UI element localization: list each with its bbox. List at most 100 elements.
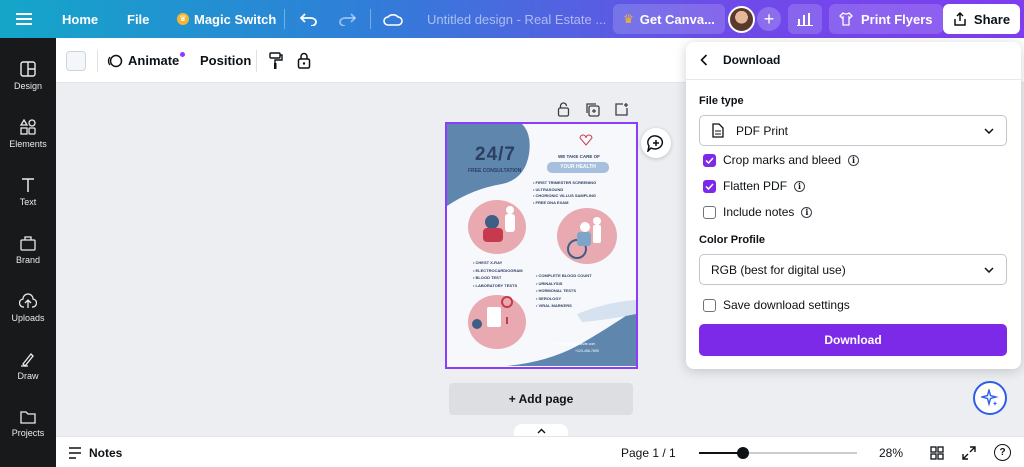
color-profile-label: Color Profile bbox=[699, 234, 766, 246]
color-swatch bbox=[66, 50, 86, 71]
list-item: • BLOOD TEST bbox=[473, 275, 502, 280]
grid-icon bbox=[930, 445, 944, 460]
brand-icon bbox=[20, 236, 36, 251]
panel-header: Download bbox=[686, 42, 1021, 80]
top-bar: Home File ♛ Magic Switch Untitled design… bbox=[0, 0, 1024, 38]
share-button[interactable]: Share bbox=[943, 4, 1020, 34]
crop-marks-checkbox[interactable] bbox=[703, 153, 716, 167]
info-icon[interactable]: i bbox=[794, 180, 806, 192]
expand-icon bbox=[962, 445, 976, 460]
flyer-page[interactable]: 24/7 FREE CONSULTATION WE TAKE CARE OF Y… bbox=[445, 122, 638, 369]
bar-chart-icon bbox=[797, 13, 813, 26]
lock-icon bbox=[557, 102, 570, 117]
lock-page-button[interactable] bbox=[557, 102, 570, 122]
add-page-icon-button[interactable] bbox=[614, 102, 629, 122]
chevron-down-icon bbox=[984, 127, 994, 134]
notes-label: Notes bbox=[89, 445, 123, 460]
help-label: ? bbox=[999, 447, 1006, 458]
elements-icon bbox=[20, 119, 36, 135]
checkmark-icon bbox=[705, 182, 714, 190]
save-settings-option[interactable]: Save download settings bbox=[703, 297, 850, 313]
file-menu[interactable]: File bbox=[127, 0, 149, 38]
download-panel: Download File type PDF Print Crop marks … bbox=[686, 42, 1021, 369]
zoom-slider-handle[interactable] bbox=[737, 447, 749, 459]
help-button[interactable]: ? bbox=[994, 437, 1011, 467]
comment-plus-icon bbox=[647, 134, 664, 152]
rail-item-uploads[interactable]: Uploads bbox=[0, 280, 56, 336]
file-type-value: PDF Print bbox=[736, 123, 789, 138]
analytics-button[interactable] bbox=[788, 4, 822, 34]
info-icon[interactable]: i bbox=[801, 206, 813, 218]
include-notes-checkbox[interactable] bbox=[703, 205, 716, 219]
document-title[interactable]: Untitled design - Real Estate ... bbox=[427, 0, 606, 38]
new-badge-dot bbox=[180, 52, 186, 57]
undo-button[interactable] bbox=[300, 0, 318, 38]
print-flyers-button[interactable]: Print Flyers bbox=[829, 4, 943, 34]
copy-style-button[interactable] bbox=[269, 38, 283, 83]
position-button[interactable]: Position bbox=[200, 38, 251, 83]
duplicate-page-button[interactable] bbox=[585, 102, 600, 122]
lock-icon bbox=[297, 52, 311, 69]
rail-label: Draw bbox=[17, 371, 39, 381]
include-notes-option[interactable]: Include notes i bbox=[703, 204, 813, 220]
back-button[interactable] bbox=[700, 54, 708, 69]
hamburger-icon bbox=[16, 13, 32, 25]
color-profile-value: RGB (best for digital use) bbox=[711, 262, 846, 277]
file-type-select[interactable]: PDF Print bbox=[699, 115, 1007, 146]
rail-label: Brand bbox=[15, 255, 41, 265]
divider bbox=[284, 9, 285, 29]
avatar[interactable] bbox=[728, 0, 755, 38]
list-item: • URINALYSIS bbox=[536, 280, 563, 286]
left-rail: Design Elements Text Brand Uploads Draw … bbox=[0, 38, 56, 467]
rail-item-elements[interactable]: Elements bbox=[0, 106, 56, 162]
zoom-level[interactable]: 28% bbox=[879, 437, 903, 467]
magic-assistant-button[interactable] bbox=[973, 381, 1007, 415]
page-indicator[interactable]: Page 1 / 1 bbox=[621, 437, 676, 467]
rail-item-design[interactable]: Design bbox=[0, 48, 56, 104]
cloud-sync-button[interactable] bbox=[383, 0, 403, 38]
add-comment-button[interactable] bbox=[641, 128, 671, 158]
crop-marks-option[interactable]: Crop marks and bleed i bbox=[703, 152, 860, 168]
magic-switch-label: Magic Switch bbox=[194, 11, 277, 27]
flyer-tagline: WE TAKE CARE OF bbox=[558, 154, 600, 159]
flatten-pdf-checkbox[interactable] bbox=[703, 179, 716, 193]
redo-button[interactable] bbox=[338, 0, 356, 38]
notes-button[interactable]: Notes bbox=[68, 437, 122, 467]
add-collaborator-button[interactable]: + bbox=[757, 0, 781, 38]
rail-label: Design bbox=[13, 81, 42, 91]
share-label: Share bbox=[973, 11, 1011, 27]
add-page-button[interactable]: + Add page bbox=[449, 383, 633, 415]
rail-item-text[interactable]: Text bbox=[0, 164, 56, 220]
animate-label: Animate bbox=[128, 53, 180, 68]
grid-view-button[interactable] bbox=[930, 437, 944, 467]
zoom-slider[interactable] bbox=[699, 447, 857, 459]
rail-item-brand[interactable]: Brand bbox=[0, 222, 56, 278]
projects-icon bbox=[20, 411, 36, 424]
rail-item-projects[interactable]: Projects bbox=[0, 396, 56, 452]
add-page-icon bbox=[615, 103, 628, 116]
get-canva-pro-button[interactable]: ♛ Get Canva... bbox=[613, 4, 725, 34]
home-button[interactable]: Home bbox=[62, 0, 98, 38]
cloud-icon bbox=[383, 13, 403, 26]
notes-icon bbox=[69, 446, 81, 459]
chevron-up-icon bbox=[537, 428, 545, 434]
info-icon[interactable]: i bbox=[848, 154, 860, 166]
fullscreen-button[interactable] bbox=[962, 437, 976, 467]
background-color-button[interactable] bbox=[66, 38, 86, 83]
lock-button[interactable] bbox=[297, 38, 311, 83]
flatten-pdf-option[interactable]: Flatten PDF i bbox=[703, 178, 806, 194]
menu-button[interactable] bbox=[16, 0, 32, 38]
redo-icon bbox=[339, 13, 356, 26]
download-button[interactable]: Download bbox=[699, 324, 1007, 356]
save-settings-checkbox[interactable] bbox=[703, 298, 716, 312]
color-profile-select[interactable]: RGB (best for digital use) bbox=[699, 254, 1007, 285]
list-item: • FREE DNA EXAM bbox=[533, 199, 569, 205]
design-icon bbox=[20, 61, 36, 77]
magic-switch-button[interactable]: ♛ Magic Switch bbox=[177, 0, 276, 38]
animate-button[interactable]: Animate bbox=[107, 38, 186, 83]
chevron-down-icon bbox=[984, 266, 994, 273]
rail-item-draw[interactable]: Draw bbox=[0, 338, 56, 394]
plus-icon: + bbox=[763, 9, 775, 29]
get-canva-label: Get Canva... bbox=[639, 11, 715, 27]
panel-title: Download bbox=[723, 53, 781, 67]
